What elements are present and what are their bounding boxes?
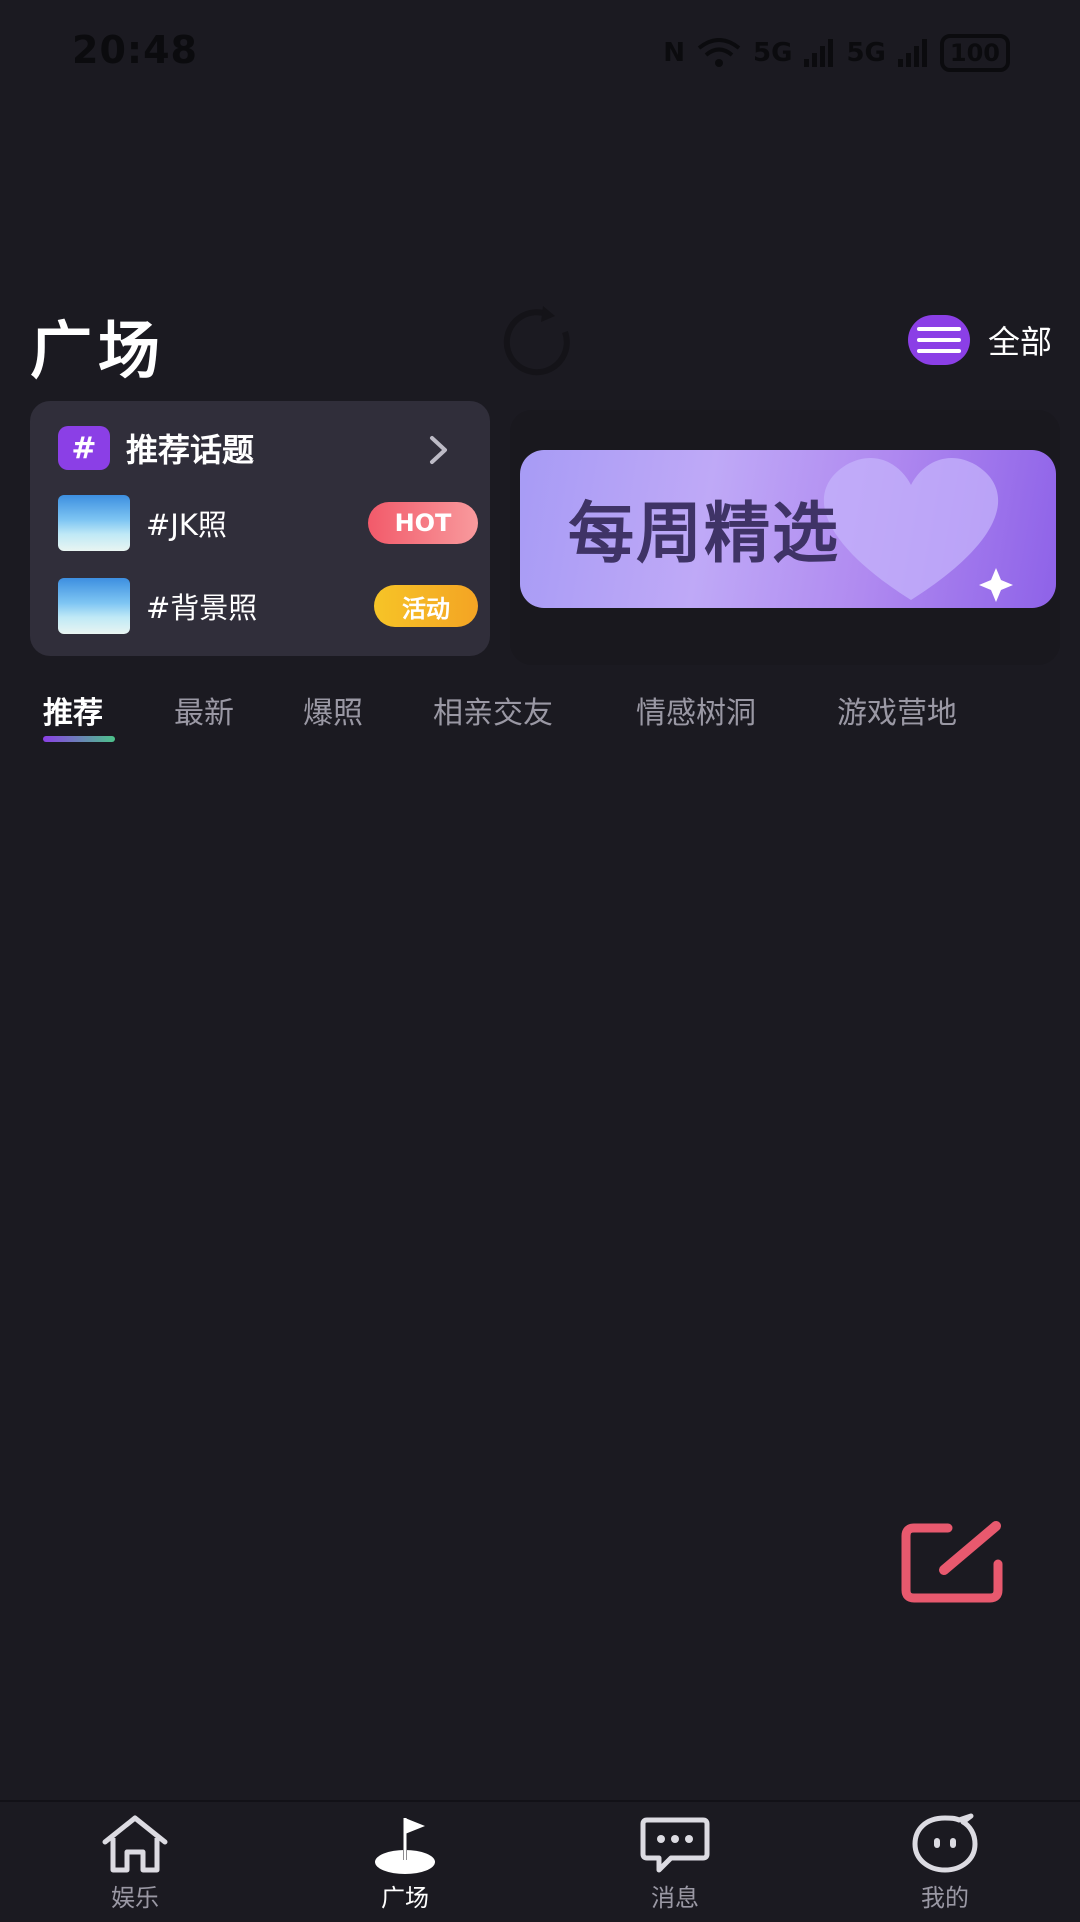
event-badge: 活动 <box>374 585 478 627</box>
tab-photos[interactable]: 爆照 <box>303 688 363 732</box>
status-bar: 20:48 N 5G 5G 100 <box>0 0 1080 105</box>
nav-label: 娱乐 <box>111 1884 159 1912</box>
nav-messages[interactable]: 消息 <box>605 1812 745 1916</box>
topics-title: 推荐话题 <box>126 431 255 469</box>
weekly-picks-banner-container: 每周精选 <box>510 410 1060 665</box>
all-label: 全部 <box>987 323 1052 361</box>
wifi-icon <box>697 38 741 67</box>
menu-icon <box>907 315 970 365</box>
banner-text: 每周精选 <box>568 495 840 572</box>
tab-games[interactable]: 游戏营地 <box>837 688 957 732</box>
topic-item[interactable]: #背景照 活动 <box>58 576 478 636</box>
tab-latest[interactable]: 最新 <box>174 688 234 732</box>
chevron-right-icon[interactable] <box>428 435 450 465</box>
home-icon <box>102 1815 168 1873</box>
topic-name: #背景照 <box>146 591 258 625</box>
refresh-icon <box>503 306 570 376</box>
category-tabs: 推荐 最新 爆照 相亲交友 情感树洞 游戏营地 <box>0 680 1080 750</box>
topic-thumbnail <box>58 495 130 551</box>
topic-thumbnail <box>58 578 130 634</box>
plaza-flag-icon <box>375 1818 435 1874</box>
nfc-icon: N <box>663 38 686 68</box>
status-time: 20:48 <box>72 28 198 72</box>
topics-header: # 推荐话题 <box>58 425 254 471</box>
tab-recommend[interactable]: 推荐 <box>43 688 103 732</box>
status-icons: N 5G 5G 100 <box>663 34 1010 72</box>
nav-label: 消息 <box>651 1884 699 1912</box>
nav-plaza[interactable]: 广场 <box>335 1812 475 1916</box>
signal-icon <box>897 39 927 67</box>
nav-profile[interactable]: 我的 <box>875 1812 1015 1916</box>
hash-icon: # <box>58 426 110 470</box>
page-title: 广场 <box>30 314 167 387</box>
message-icon <box>640 1817 710 1873</box>
nav-label: 我的 <box>921 1884 969 1912</box>
battery-icon: 100 <box>939 34 1010 72</box>
compose-button[interactable] <box>900 1518 1006 1606</box>
bottom-nav: 娱乐 广场 消息 我的 <box>0 1800 1080 1922</box>
recommended-topics-card[interactable]: # 推荐话题 #JK照 HOT #背景照 活动 <box>30 401 490 656</box>
active-tab-indicator <box>43 736 115 742</box>
all-categories-button[interactable]: 全部 <box>907 312 1052 368</box>
hot-badge: HOT <box>368 502 478 544</box>
signal-icon <box>804 39 834 67</box>
nav-label: 广场 <box>381 1884 429 1912</box>
nav-entertainment[interactable]: 娱乐 <box>65 1812 205 1916</box>
weekly-picks-banner[interactable]: 每周精选 <box>520 450 1056 608</box>
network-label-2: 5G <box>846 38 886 68</box>
network-label-1: 5G <box>753 38 793 68</box>
topic-name: #JK照 <box>146 508 227 542</box>
profile-face-icon <box>912 1813 978 1873</box>
tab-dating[interactable]: 相亲交友 <box>433 688 553 732</box>
tab-emotions[interactable]: 情感树洞 <box>636 688 756 732</box>
topic-item[interactable]: #JK照 HOT <box>58 493 478 553</box>
